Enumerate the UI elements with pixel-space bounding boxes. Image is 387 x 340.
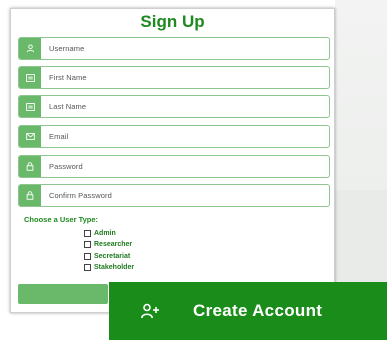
lock-icon <box>19 156 41 177</box>
confirm-password-field[interactable]: Confirm Password <box>18 184 330 207</box>
user-type-option-researcher[interactable]: Researcher <box>84 241 132 248</box>
checkbox[interactable] <box>84 264 91 271</box>
submit-button[interactable] <box>18 284 108 304</box>
create-account-label: Create Account <box>193 301 323 320</box>
user-icon <box>19 38 41 59</box>
user-plus-icon <box>141 300 163 322</box>
form-title: Sign Up <box>140 12 205 31</box>
id-card-icon <box>19 96 41 117</box>
lock-icon <box>19 185 41 206</box>
option-label: Stakeholder <box>94 264 135 271</box>
first-name-field[interactable]: First Name <box>18 66 330 89</box>
signup-card: Sign Up Username First Name Last Name Em… <box>10 8 335 313</box>
option-label: Secretariat <box>94 253 131 260</box>
user-type-option-admin[interactable]: Admin <box>84 230 116 237</box>
first-name-placeholder: First Name <box>49 73 87 82</box>
checkbox[interactable] <box>84 230 91 237</box>
password-placeholder: Password <box>49 162 83 171</box>
last-name-placeholder: Last Name <box>49 102 87 111</box>
email-field[interactable]: Email <box>18 125 330 148</box>
last-name-field[interactable]: Last Name <box>18 95 330 118</box>
username-field[interactable]: Username <box>18 37 330 60</box>
option-label: Admin <box>94 230 116 237</box>
checkbox[interactable] <box>84 241 91 248</box>
user-type-option-stakeholder[interactable]: Stakeholder <box>84 264 134 271</box>
envelope-icon <box>19 126 41 147</box>
create-account-button[interactable]: Create Account <box>109 282 387 340</box>
username-placeholder: Username <box>49 44 85 53</box>
user-type-label: Choose a User Type: <box>24 215 99 224</box>
checkbox[interactable] <box>84 253 91 260</box>
password-field[interactable]: Password <box>18 155 330 178</box>
email-placeholder: Email <box>49 132 69 141</box>
option-label: Researcher <box>94 241 133 248</box>
confirm-password-placeholder: Confirm Password <box>49 191 112 200</box>
id-card-icon <box>19 67 41 88</box>
user-type-option-secretariat[interactable]: Secretariat <box>84 253 130 260</box>
